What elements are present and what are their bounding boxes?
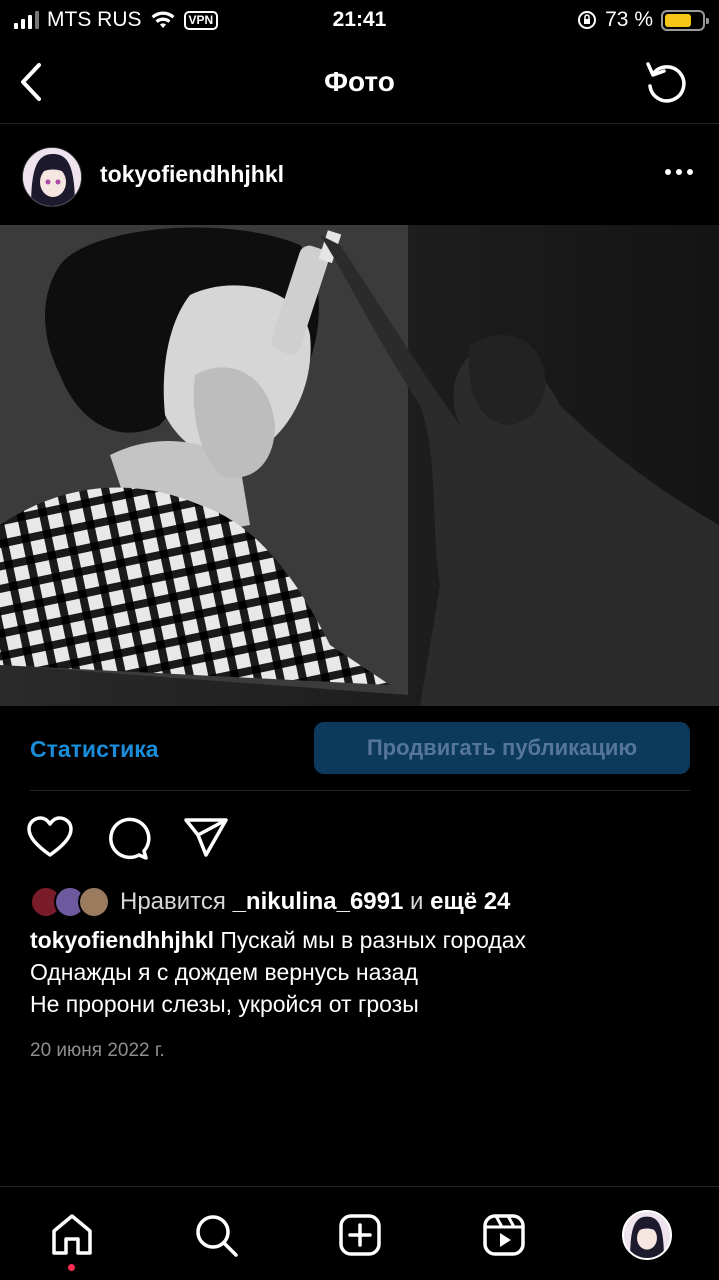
promotion-row: Статистика Продвигать публикацию xyxy=(30,722,690,774)
add-post-icon xyxy=(339,1214,381,1256)
search-icon xyxy=(196,1215,238,1257)
status-right: 73 % xyxy=(577,8,709,32)
tab-home[interactable] xyxy=(46,1209,98,1261)
tab-create[interactable] xyxy=(334,1209,386,1261)
author-avatar[interactable] xyxy=(22,147,82,207)
more-options-button[interactable] xyxy=(665,169,693,175)
liker-avatars xyxy=(30,886,110,918)
liker-avatar xyxy=(78,886,110,918)
likes-summary[interactable]: Нравится _nikulina_6991 и ещё 24 xyxy=(30,884,510,920)
post-header: tokyofiendhhjhkl xyxy=(0,125,719,225)
bottom-tab-bar xyxy=(0,1186,719,1280)
battery-percent: 73 % xyxy=(605,8,653,31)
status-bar: MTS RUS VPN 21:41 73 % xyxy=(0,0,719,40)
likes-more[interactable]: ещё 24 xyxy=(430,888,510,916)
profile-avatar xyxy=(622,1210,672,1260)
caption-line: tokyofiendhhjhkl Пускай мы в разных горо… xyxy=(30,924,700,956)
share-button[interactable] xyxy=(182,815,230,861)
comment-button[interactable] xyxy=(104,815,152,861)
promote-post-button[interactable]: Продвигать публикацию xyxy=(314,722,690,774)
orientation-lock-icon xyxy=(578,11,597,29)
send-icon xyxy=(184,818,228,857)
like-button[interactable] xyxy=(26,815,74,861)
page-title: Фото xyxy=(324,66,395,97)
post-date: 20 июня 2022 г. xyxy=(30,1040,165,1061)
tab-profile[interactable] xyxy=(621,1209,673,1261)
reels-icon xyxy=(483,1214,525,1256)
liker-username[interactable]: _nikulina_6991 xyxy=(233,888,404,916)
home-notification-dot xyxy=(68,1264,75,1271)
battery-fill xyxy=(665,13,692,27)
refresh-icon xyxy=(646,62,686,103)
post-caption: tokyofiendhhjhkl Пускай мы в разных горо… xyxy=(30,924,700,1020)
dot xyxy=(676,169,682,175)
caption-line: Не пророни слезы, укройся от грозы xyxy=(30,991,419,1017)
dot xyxy=(665,169,671,175)
caption-line: Однажды я с дождем вернусь назад xyxy=(30,959,418,985)
post-photo[interactable] xyxy=(0,225,719,706)
author-username[interactable]: tokyofiendhhjhkl xyxy=(100,161,284,188)
heart-icon xyxy=(27,816,73,857)
home-icon xyxy=(52,1214,92,1255)
likes-conjunction: и xyxy=(410,888,424,915)
refresh-button[interactable] xyxy=(641,56,691,106)
concert-photo-image xyxy=(0,225,719,706)
comment-icon xyxy=(109,817,151,860)
caption-username[interactable]: tokyofiendhhjhkl xyxy=(30,927,214,953)
battery-icon xyxy=(661,9,709,31)
tab-search[interactable] xyxy=(190,1209,242,1261)
divider xyxy=(30,790,690,791)
profile-avatar-image xyxy=(624,1212,670,1258)
tab-reels[interactable] xyxy=(478,1209,530,1261)
likes-prefix: Нравится xyxy=(120,888,226,915)
top-navigation-bar: Фото xyxy=(0,44,719,124)
avatar-image xyxy=(23,148,81,206)
dot xyxy=(687,169,693,175)
post-actions xyxy=(26,815,230,861)
statistics-link[interactable]: Статистика xyxy=(30,736,159,763)
caption-text: Пускай мы в разных городах xyxy=(220,927,527,953)
